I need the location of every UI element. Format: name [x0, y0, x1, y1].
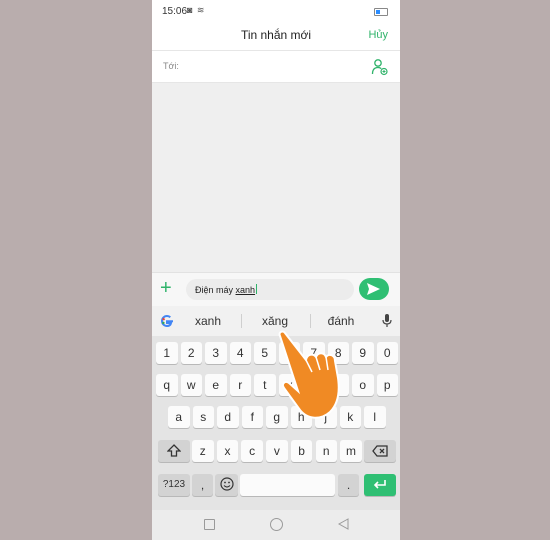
recents-icon[interactable] — [204, 519, 215, 530]
mic-icon[interactable] — [382, 314, 392, 328]
header: Tin nhắn mới Hủy — [152, 24, 400, 51]
key-n[interactable]: n — [315, 440, 337, 462]
shift-key[interactable] — [158, 440, 190, 462]
comma-key[interactable]: , — [192, 474, 213, 496]
key-q[interactable]: q — [156, 374, 178, 396]
key-p[interactable]: p — [376, 374, 398, 396]
message-text-composing: xanh — [235, 285, 256, 295]
key-t[interactable]: t — [254, 374, 276, 396]
key-5[interactable]: 5 — [254, 342, 276, 364]
message-area — [152, 83, 400, 272]
enter-key[interactable] — [364, 474, 396, 496]
key-0[interactable]: 0 — [376, 342, 398, 364]
send-icon — [367, 283, 380, 295]
plus-icon[interactable]: + — [160, 278, 172, 298]
key-3[interactable]: 3 — [205, 342, 227, 364]
page-title: Tin nhắn mới — [240, 28, 312, 42]
space-key[interactable] — [240, 474, 335, 496]
key-1[interactable]: 1 — [156, 342, 178, 364]
add-contact-icon[interactable] — [371, 58, 389, 76]
key-4[interactable]: 4 — [229, 342, 251, 364]
send-button[interactable] — [359, 278, 389, 300]
status-bar: 15:06 ◙ ≋ — [152, 0, 400, 24]
key-c[interactable]: c — [241, 440, 263, 462]
enter-icon — [373, 480, 386, 489]
status-icons: ◙ ≋ — [187, 5, 206, 15]
key-v[interactable]: v — [266, 440, 288, 462]
cancel-button[interactable]: Hủy — [368, 29, 388, 41]
key-b[interactable]: b — [290, 440, 313, 462]
status-time: 15:06 — [162, 6, 188, 17]
suggestion-1[interactable]: xanh — [178, 314, 238, 328]
compose-bar: + Điện máy xanh — [152, 272, 400, 307]
message-input-text: Điện máy xanh — [195, 284, 258, 295]
google-icon[interactable] — [159, 313, 175, 329]
home-icon[interactable] — [270, 518, 283, 531]
key-2[interactable]: 2 — [180, 342, 202, 364]
message-text-main: Điện máy — [195, 285, 236, 295]
message-input[interactable]: Điện máy xanh — [186, 279, 354, 300]
key-s[interactable]: s — [192, 406, 214, 428]
suggestion-divider — [241, 314, 242, 328]
backspace-key[interactable] — [364, 440, 396, 462]
key-z[interactable]: z — [192, 440, 214, 462]
backspace-icon — [372, 445, 388, 457]
shift-icon — [166, 444, 182, 457]
key-a[interactable]: a — [168, 406, 190, 428]
phone-screen: 15:06 ◙ ≋ Tin nhắn mới Hủy Tới: + Điện m… — [152, 0, 400, 540]
key-e[interactable]: e — [205, 374, 227, 396]
back-icon[interactable] — [338, 518, 349, 530]
key-m[interactable]: m — [340, 440, 362, 462]
suggestion-3[interactable]: đánh — [311, 314, 371, 328]
key-w[interactable]: w — [180, 374, 202, 396]
suggestion-2[interactable]: xăng — [245, 314, 305, 328]
text-caret — [256, 284, 258, 294]
key-x[interactable]: x — [216, 440, 239, 462]
system-nav-bar — [152, 510, 400, 540]
recipient-row[interactable]: Tới: — [152, 51, 400, 83]
symbols-key[interactable]: ?123 — [158, 474, 190, 496]
key-f[interactable]: f — [241, 406, 263, 428]
recipient-label: Tới: — [163, 61, 179, 71]
period-key[interactable]: . — [338, 474, 359, 496]
hand-pointer-icon — [278, 330, 340, 419]
emoji-key[interactable] — [215, 474, 238, 496]
key-r[interactable]: r — [229, 374, 251, 396]
emoji-icon — [219, 477, 234, 491]
key-d[interactable]: d — [217, 406, 239, 428]
battery-icon — [374, 8, 388, 16]
